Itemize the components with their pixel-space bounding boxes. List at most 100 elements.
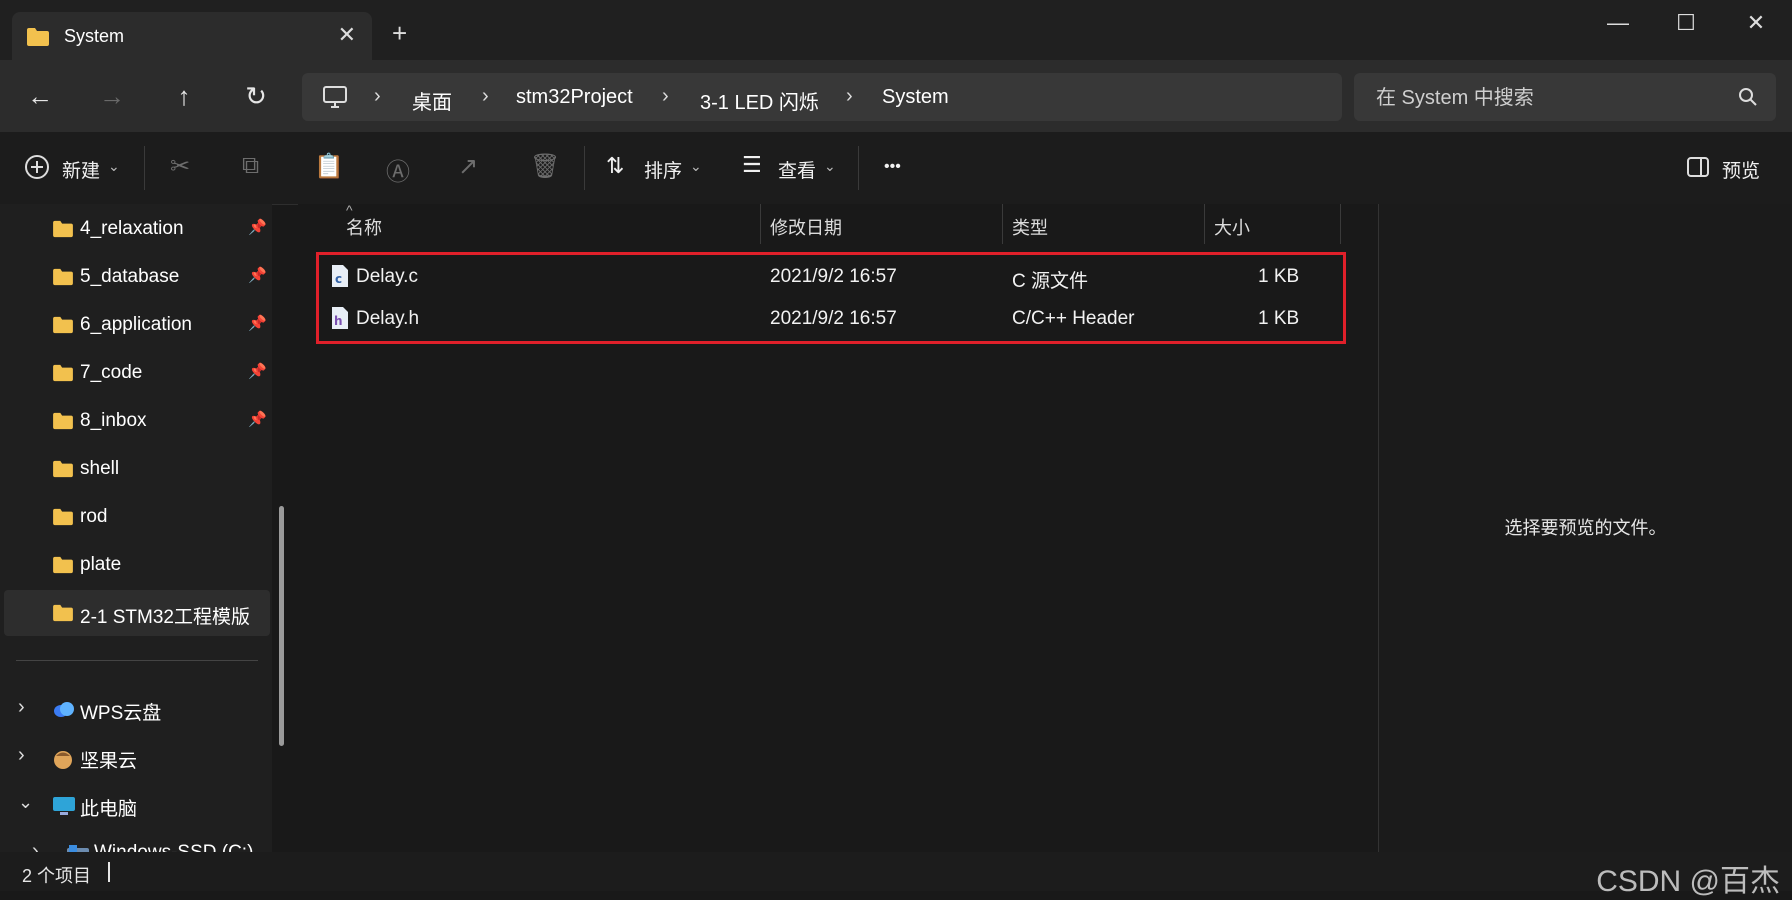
- sidebar-item-label: Windows-SSD (C:): [94, 842, 253, 852]
- chevron-down-icon: ⌄: [824, 158, 836, 174]
- chevron-right-icon[interactable]: ›: [32, 840, 39, 852]
- sidebar-scrollbar[interactable]: [279, 506, 284, 746]
- copy-icon[interactable]: ⧉: [242, 152, 259, 180]
- breadcrumb-system[interactable]: System: [882, 86, 949, 109]
- delete-icon[interactable]: 🗑: [530, 152, 560, 181]
- sidebar-item-stm32-template[interactable]: 2-1 STM32工程模版: [4, 590, 270, 636]
- view-icon: ☰: [742, 152, 762, 177]
- paste-icon[interactable]: 📋: [314, 152, 344, 181]
- new-button[interactable]: 新建: [62, 156, 100, 183]
- cloud-icon: [52, 700, 76, 723]
- chevron-right-icon[interactable]: ›: [18, 744, 25, 767]
- computer-icon: [322, 85, 348, 114]
- more-options-button[interactable]: •••: [884, 158, 901, 176]
- folder-icon: [52, 220, 74, 243]
- pin-icon: 📌: [248, 219, 267, 236]
- sidebar-item-plate[interactable]: plate: [0, 542, 270, 588]
- search-box[interactable]: [1354, 73, 1776, 121]
- chevron-down-icon: ⌄: [690, 158, 702, 174]
- chevron-right-icon[interactable]: ›: [18, 696, 25, 719]
- sidebar-item-wps-cloud[interactable]: › WPS云盘: [0, 686, 270, 732]
- item-count: 2 个项目: [22, 866, 92, 886]
- sidebar-item-label: plate: [80, 554, 122, 575]
- sidebar-item-5-database[interactable]: 5_database 📌: [0, 254, 270, 300]
- new-tab-button[interactable]: +: [392, 18, 407, 49]
- drive-icon: [66, 844, 90, 852]
- folder-icon: [52, 364, 74, 387]
- sidebar-item-8-inbox[interactable]: 8_inbox 📌: [0, 398, 270, 444]
- pin-icon: 📌: [248, 411, 267, 428]
- column-header-name[interactable]: 名称: [346, 214, 382, 240]
- sidebar-item-7-code[interactable]: 7_code 📌: [0, 350, 270, 396]
- tab-system[interactable]: System ✕: [12, 12, 372, 60]
- chevron-down-icon: ⌄: [108, 158, 120, 174]
- column-header-date[interactable]: 修改日期: [770, 214, 842, 240]
- address-bar[interactable]: › 桌面 › stm32Project › 3-1 LED 闪烁 › Syste…: [302, 73, 1342, 121]
- sidebar-item-rod[interactable]: rod: [0, 494, 270, 540]
- rename-icon[interactable]: Ⓐ: [386, 152, 410, 187]
- column-divider: [1204, 204, 1205, 244]
- preview-pane: 选择要预览的文件。: [1379, 204, 1792, 852]
- cut-icon[interactable]: ✂: [170, 152, 190, 181]
- folder-icon: [26, 27, 50, 52]
- sidebar-item-label: 4_relaxation: [80, 218, 184, 239]
- close-window-button[interactable]: ✕: [1736, 10, 1776, 36]
- refresh-button[interactable]: ↻: [238, 82, 274, 110]
- breadcrumb-chevron: ›: [662, 85, 669, 107]
- pin-icon: 📌: [248, 363, 267, 380]
- toolbar-divider: [858, 146, 859, 190]
- sidebar-item-this-pc[interactable]: ⌄ 此电脑: [0, 782, 270, 828]
- plus-circle-icon: [24, 154, 50, 185]
- search-input[interactable]: [1374, 85, 1718, 111]
- maximize-button[interactable]: ☐: [1666, 10, 1706, 36]
- status-bar: 2 个项目 CSDN @百杰: [0, 852, 1792, 898]
- back-button[interactable]: ←: [22, 82, 58, 110]
- breadcrumb-led[interactable]: 3-1 LED 闪烁: [700, 86, 819, 115]
- column-divider: [760, 204, 761, 244]
- breadcrumb-chevron: ›: [374, 85, 381, 107]
- folder-icon: [52, 412, 74, 435]
- nut-icon: [52, 748, 74, 775]
- column-divider: [1002, 204, 1003, 244]
- sidebar-divider: [16, 660, 258, 661]
- search-icon[interactable]: [1738, 87, 1758, 112]
- pin-icon: 📌: [248, 267, 267, 284]
- folder-icon: [52, 268, 74, 291]
- preview-pane-icon: [1686, 156, 1710, 183]
- sidebar-item-label: 坚果云: [80, 751, 138, 772]
- breadcrumb-chevron: ›: [482, 85, 489, 107]
- sidebar-item-label: WPS云盘: [80, 703, 162, 724]
- view-button[interactable]: 查看: [778, 156, 816, 183]
- sort-button[interactable]: 排序: [644, 156, 682, 183]
- sidebar-item-label: 2-1 STM32工程模版: [80, 607, 250, 628]
- chevron-down-icon[interactable]: ⌄: [18, 792, 33, 813]
- folder-icon: [52, 556, 74, 579]
- close-tab-button[interactable]: ✕: [338, 22, 356, 48]
- up-button[interactable]: ↑: [166, 82, 202, 110]
- folder-icon: [52, 604, 74, 627]
- column-divider: [1340, 204, 1341, 244]
- folder-icon: [52, 316, 74, 339]
- sidebar-item-c-drive[interactable]: › Windows-SSD (C:): [14, 830, 272, 852]
- minimize-button[interactable]: —: [1598, 10, 1638, 36]
- sidebar-item-shell[interactable]: shell: [0, 446, 270, 492]
- sidebar-item-label: 6_application: [80, 314, 192, 335]
- column-header-type[interactable]: 类型: [1012, 214, 1048, 240]
- sidebar-item-label: rod: [80, 506, 108, 527]
- folder-icon: [52, 508, 74, 531]
- sidebar-item-label: 5_database: [80, 266, 180, 287]
- preview-button[interactable]: 预览: [1722, 156, 1760, 183]
- share-icon[interactable]: ↗: [458, 152, 478, 181]
- sidebar-item-label: 此电脑: [80, 799, 138, 820]
- forward-button[interactable]: →: [94, 82, 130, 110]
- breadcrumb-stm32project[interactable]: stm32Project: [516, 86, 633, 109]
- sidebar-item-4-relaxation[interactable]: 4_relaxation 📌: [0, 206, 270, 252]
- folder-icon: [52, 460, 74, 483]
- breadcrumb-desktop[interactable]: 桌面: [412, 86, 452, 115]
- column-header-size[interactable]: 大小: [1214, 214, 1250, 240]
- sidebar-item-jianguoyun[interactable]: › 坚果云: [0, 734, 270, 780]
- command-bar: 新建 ⌄ ✂ ⧉ 📋 Ⓐ ↗ 🗑 ⇅ 排序 ⌄ ☰ 查看 ⌄ ••• 预览: [0, 132, 1792, 205]
- pin-icon: 📌: [248, 315, 267, 332]
- sidebar-item-6-application[interactable]: 6_application 📌: [0, 302, 270, 348]
- sidebar-item-label: 7_code: [80, 362, 143, 383]
